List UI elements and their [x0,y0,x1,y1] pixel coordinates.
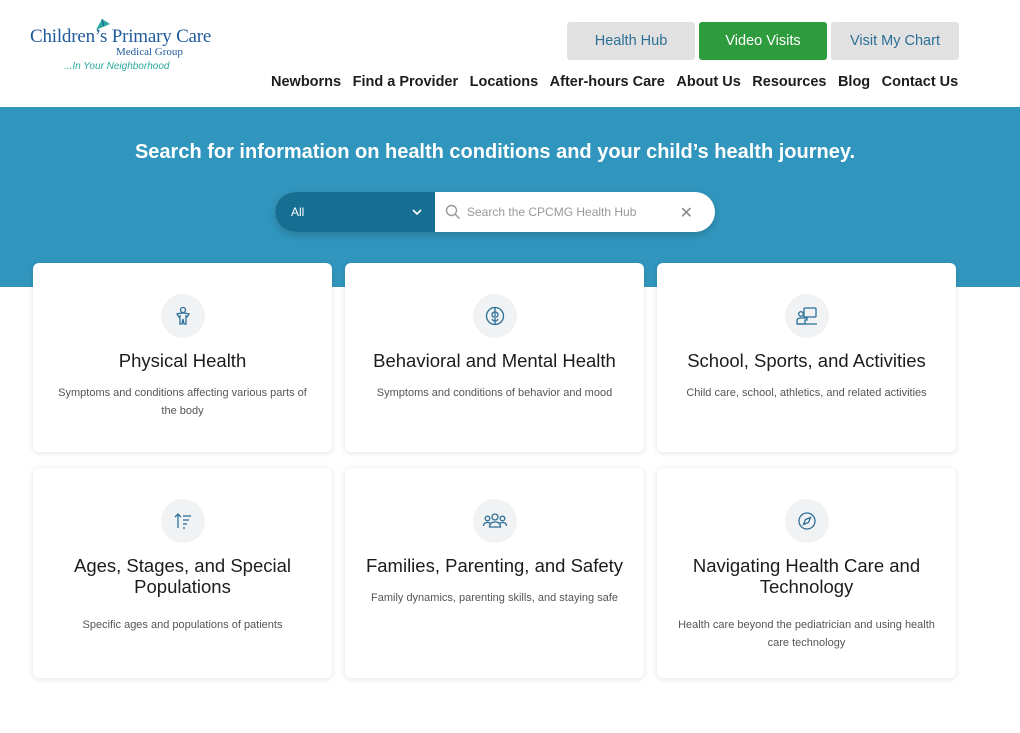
card-navigating-health-care[interactable]: Navigating Health Care and Technology He… [657,468,956,678]
health-hub-button[interactable]: Health Hub [567,22,695,60]
logo-subtitle: Medical Group [116,46,183,58]
nav-resources[interactable]: Resources [752,74,826,90]
sort-ascending-icon [161,499,205,543]
nav-about-us[interactable]: About Us [676,74,740,90]
nav-after-hours-care[interactable]: After-hours Care [550,74,665,90]
hero-title: Search for information on health conditi… [134,141,856,163]
logo-title: Children’s Primary Care [30,26,212,47]
classroom-icon [785,294,829,338]
chevron-down-icon [412,209,422,216]
top-buttons: Health Hub Video Visits Visit My Chart [567,22,959,60]
search-input[interactable] [467,202,667,222]
clear-search-icon[interactable]: ✕ [680,203,693,223]
group-icon [473,499,517,543]
card-behavioral-mental-health[interactable]: Behavioral and Mental Health Symptoms an… [345,263,644,452]
body-icon [161,294,205,338]
card-description: Specific ages and populations of patient… [82,619,283,631]
main-nav: Newborns Find a Provider Locations After… [271,74,970,90]
visit-my-chart-button[interactable]: Visit My Chart [831,22,959,60]
card-description: Family dynamics, parenting skills, and s… [371,592,618,604]
card-title: School, Sports, and Activities [687,350,926,371]
card-ages-stages-populations[interactable]: Ages, Stages, and Special Populations Sp… [33,468,332,678]
nav-blog[interactable]: Blog [838,74,870,90]
hero-section: Search for information on health conditi… [0,107,1020,287]
category-select-value: All [291,205,305,219]
card-title: Behavioral and Mental Health [373,350,616,371]
video-visits-button[interactable]: Video Visits [699,22,827,60]
category-select[interactable]: All [275,192,435,232]
search-field: ✕ [435,192,715,232]
search-icon [445,204,460,219]
card-physical-health[interactable]: Physical Health Symptoms and conditions … [33,263,332,452]
nav-contact-us[interactable]: Contact Us [882,74,959,90]
logo[interactable]: Children’s Primary Care Medical Group ..… [30,18,230,76]
card-description: Child care, school, athletics, and relat… [686,387,927,399]
logo-tagline: ...In Your Neighborhood [64,61,170,72]
nav-locations[interactable]: Locations [470,74,538,90]
search-bar: All ✕ [275,192,715,232]
brain-icon [473,294,517,338]
card-title: Physical Health [118,350,247,371]
card-description: Symptoms and conditions affecting variou… [58,387,307,417]
site-header: Children’s Primary Care Medical Group ..… [0,0,1020,107]
card-description: Health care beyond the pediatrician and … [678,619,935,649]
card-families-parenting-safety[interactable]: Families, Parenting, and Safety Family d… [345,468,644,678]
nav-find-a-provider[interactable]: Find a Provider [353,74,459,90]
card-school-sports-activities[interactable]: School, Sports, and Activities Child car… [657,263,956,452]
compass-icon [785,499,829,543]
card-title: Families, Parenting, and Safety [365,555,624,576]
nav-newborns[interactable]: Newborns [271,74,341,90]
card-title: Ages, Stages, and Special Populations [73,555,291,597]
card-description: Symptoms and conditions of behavior and … [376,387,613,399]
card-title: Navigating Health Care and Technology [692,555,921,597]
